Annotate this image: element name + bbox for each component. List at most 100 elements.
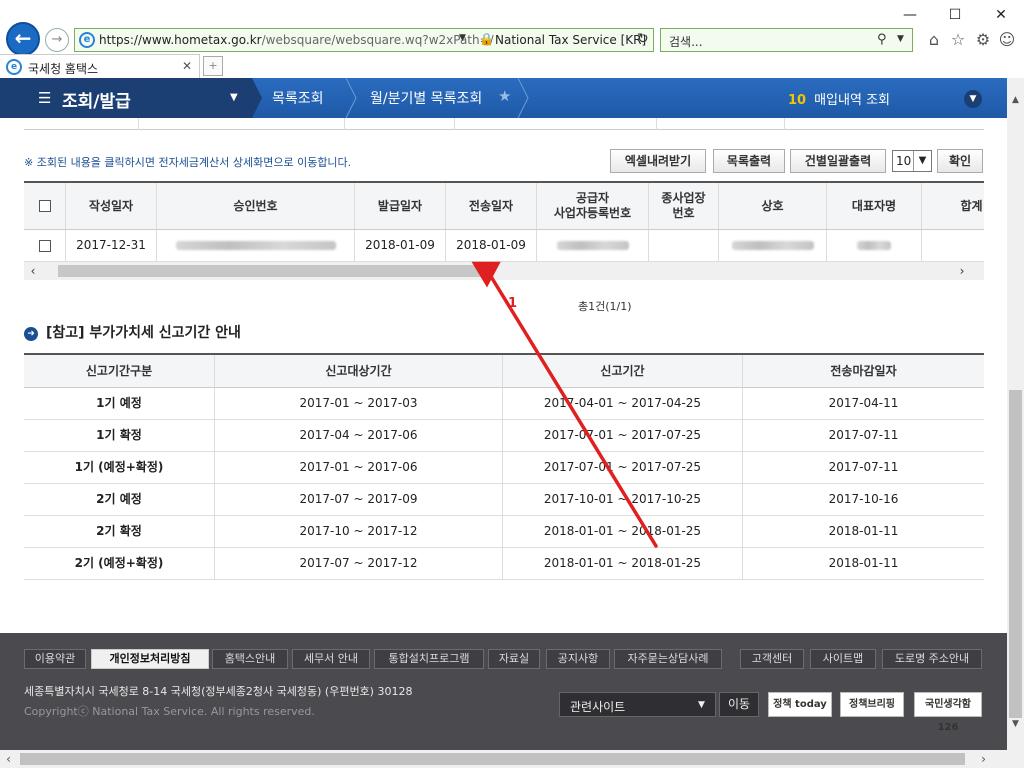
related-sites-select[interactable]: 관련사이트 ▼ [559,692,716,717]
address-url[interactable]: https://www.hometax.go.kr/websquare/webs… [99,33,494,47]
gear-icon[interactable]: ⚙ [973,30,993,50]
scroll-left-icon[interactable]: ‹ [0,750,17,768]
col-header-send-date[interactable]: 전송일자 [446,183,537,229]
footer-link[interactable]: 자주묻는상담사례 [614,649,722,669]
footer-link[interactable]: 사이트맵 [810,649,876,669]
footer-link[interactable]: 자료실 [488,649,540,669]
select-all-checkbox[interactable] [38,200,51,212]
table-cell: 2기 예정 [24,484,215,515]
footer-link[interactable]: 공지사항 [546,649,610,669]
table-scrollbar-thumb[interactable] [58,265,482,277]
row-ceo-name-redacted[interactable] [827,230,922,261]
footer-link[interactable]: 이용약관 [24,649,86,669]
table-cell: 2017-04-11 [828,396,899,410]
policy-today-banner[interactable]: 정책 today [768,692,832,717]
footer-link[interactable]: 고객센터 [740,649,804,669]
table-row[interactable]: 2017-12-31 2018-01-09 2018-01-09 [24,230,984,262]
col-header-issue-date[interactable]: 발급일자 [355,183,446,229]
page-horizontal-scrollbar[interactable]: ‹ › [0,750,1007,768]
table-cell: 2017-04-01 ~ 2017-04-25 [503,388,743,419]
tab-title: 국세청 홈택스 [28,62,99,76]
page-size-value: 10 [896,154,912,168]
footer-link[interactable]: 도로명 주소안내 [882,649,982,669]
col-header-supplier-reg-no[interactable]: 공급자 사업자등록번호 [537,183,649,229]
row-company-name-redacted[interactable] [719,230,827,261]
purchase-history-link[interactable]: 10 매입내역 조회 [788,89,890,108]
footer-link[interactable]: 홈택스안내 [212,649,288,669]
row-approval-no-redacted[interactable] [157,230,355,261]
chevron-down-icon[interactable]: ▼ [964,90,982,108]
table-cell: 2017-07 ~ 2017-09 [215,484,503,515]
search-dropdown-icon[interactable]: ▼ [897,34,904,44]
table-cell: 2017-04 ~ 2017-06 [215,420,503,451]
go-button[interactable]: 이동 [719,692,759,717]
col-header-send-deadline: 전송마감일자 [830,363,897,378]
row-branch-no[interactable] [649,230,719,261]
row-write-date[interactable]: 2017-12-31 [66,230,157,261]
notice-text: ※ 조회된 내용을 클릭하시면 전자세금계산서 상세화면으로 이동합니다. [24,156,352,169]
back-button[interactable]: ← [6,22,40,56]
col-header-total[interactable]: 합계 [922,183,984,229]
page-hscroll-thumb[interactable] [20,753,965,765]
breadcrumb-item-list[interactable]: 목록조회 [272,88,324,108]
row-issue-date[interactable]: 2018-01-09 [355,230,446,261]
chevron-down-icon: ▼ [230,92,238,103]
policy-briefing-banner[interactable]: 정책브리핑 [840,692,904,717]
scroll-down-icon[interactable]: ▼ [1007,716,1024,733]
breadcrumb-item-monthly[interactable]: 월/분기별 목록조회 [370,88,482,108]
list-print-button[interactable]: 목록출력 [713,149,785,173]
col-header-approval-no[interactable]: 승인번호 [157,183,355,229]
citizen-idea-banner[interactable]: 국민생각함 126 [914,692,982,733]
favorites-star-icon[interactable]: ☆ [948,30,968,50]
scroll-up-icon[interactable]: ▲ [1007,92,1024,109]
col-header-branch-no[interactable]: 종사업장 번호 [649,183,719,229]
browser-tab[interactable]: e 국세청 홈택스 ✕ [0,54,200,78]
excel-download-button[interactable]: 엑셀내려받기 [610,149,706,173]
refresh-icon[interactable]: ↻ [637,31,649,47]
table-cell: 2017-07-11 [828,460,899,474]
scrollbar-corner [1007,750,1024,768]
smiley-feedback-icon[interactable]: ☺ [997,30,1017,50]
page-scrollbar-thumb[interactable] [1009,390,1022,718]
table-cell: 1기 확정 [24,420,215,451]
row-checkbox[interactable] [38,239,51,252]
close-window-button[interactable]: ✕ [981,4,1021,26]
search-icon[interactable]: ⚲ [877,32,887,47]
minimize-button[interactable]: — [890,4,930,26]
main-menu-button[interactable]: ☰ 조회/발급 ▼ [0,78,252,118]
table-cell: 2018-01-11 [828,556,899,570]
bookmark-star-icon[interactable]: ★ [498,87,511,105]
row-send-date[interactable]: 2018-01-09 [446,230,537,261]
footer-link[interactable]: 개인정보처리방침 [91,649,209,669]
page-size-select[interactable]: 10 ▼ [892,150,932,172]
address-bar[interactable]: e https://www.hometax.go.kr/websquare/we… [74,28,654,52]
scroll-right-icon[interactable]: › [975,750,992,768]
col-header-write-date[interactable]: 작성일자 [66,183,157,229]
footer-link[interactable]: 통합설치프로그램 [374,649,484,669]
forward-button[interactable]: → [45,28,69,52]
tab-favicon-icon: e [6,59,22,75]
search-box[interactable]: 검색... ⚲ ▼ [660,28,913,52]
maximize-button[interactable]: ☐ [935,4,975,26]
lock-icon[interactable]: 🔒 [479,32,494,46]
home-icon[interactable]: ⌂ [924,30,944,50]
table-cell: 1기 (예정+확정) [24,452,215,483]
page-vertical-scrollbar[interactable]: ▲ ▼ [1007,78,1024,750]
table-horizontal-scrollbar[interactable]: ‹ › [24,262,984,280]
scroll-left-icon[interactable]: ‹ [24,262,42,280]
bulk-print-button[interactable]: 건별일괄출력 [790,149,886,173]
col-header-company-name[interactable]: 상호 [719,183,827,229]
table-cell: 2기 (예정+확정) [24,548,215,579]
new-tab-button[interactable]: + [203,56,223,76]
footer-link[interactable]: 세무서 안내 [292,649,370,669]
tab-close-icon[interactable]: ✕ [182,59,192,73]
row-supplier-reg-no-redacted[interactable] [537,230,649,261]
row-total[interactable] [922,230,984,261]
breadcrumb-separator-icon [252,78,262,118]
table-cell: 2017-10-16 [828,492,899,506]
address-dropdown-icon[interactable]: ▼ [459,33,466,43]
col-header-ceo-name[interactable]: 대표자명 [827,183,922,229]
certificate-label[interactable]: National Tax Service [KR] [495,33,646,47]
scroll-right-icon[interactable]: › [953,262,971,280]
confirm-button[interactable]: 확인 [937,149,983,173]
